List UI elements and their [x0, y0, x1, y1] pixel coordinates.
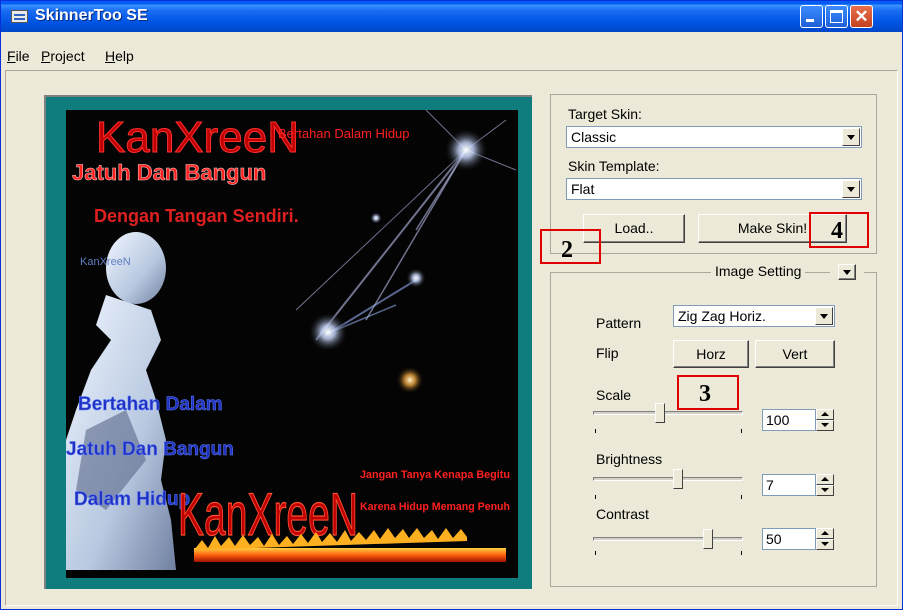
spin-up-icon[interactable] — [816, 409, 834, 420]
contrast-slider-thumb[interactable] — [703, 529, 713, 549]
scale-slider-track[interactable] — [593, 411, 743, 415]
scale-slider-thumb[interactable] — [655, 403, 665, 423]
preview-left-text-1: Bertahan Dalam — [78, 394, 223, 415]
image-setting-toggle-wrap — [830, 263, 864, 281]
brightness-spinner[interactable]: 7 — [762, 474, 834, 496]
target-skin-label: Target Skin: — [568, 106, 642, 122]
menu-file[interactable]: File — [7, 48, 30, 64]
annotation-label-2: 2 — [561, 237, 573, 263]
spin-down-icon[interactable] — [816, 485, 834, 496]
slider-tick — [741, 495, 742, 499]
slider-tick — [595, 495, 596, 499]
brightness-label: Brightness — [596, 451, 663, 467]
slider-tick — [741, 429, 742, 433]
preview-left-text-2: Jatuh Dan Bangun — [66, 439, 234, 460]
maximize-button[interactable] — [825, 5, 848, 28]
contrast-label: Contrast — [596, 506, 649, 522]
chevron-down-icon[interactable] — [815, 307, 833, 325]
preview-frame: KanXreeN Bertahan Dalam Hidup Jatuh Dan … — [44, 95, 532, 589]
skin-template-select[interactable]: Flat — [566, 178, 862, 200]
brightness-input[interactable]: 7 — [762, 474, 816, 496]
minimize-button[interactable] — [800, 5, 823, 28]
annotation-label-3: 3 — [699, 381, 711, 407]
menu-project[interactable]: Project — [41, 48, 85, 64]
preview-title: KanXreeN — [96, 113, 299, 162]
scale-label: Scale — [596, 387, 632, 403]
preview-line3: Dengan Tangan Sendiri. — [94, 206, 299, 226]
skin-preview-image: KanXreeN Bertahan Dalam Hidup Jatuh Dan … — [66, 110, 518, 578]
brightness-slider-track[interactable] — [593, 477, 743, 481]
menu-help[interactable]: Help — [105, 48, 134, 64]
slider-tick — [595, 429, 596, 433]
preview-side-text-2: Karena Hidup Memang Penuh — [360, 501, 510, 513]
contrast-input[interactable]: 50 — [762, 528, 816, 550]
contrast-slider-track[interactable] — [593, 537, 743, 541]
flip-label: Flip — [596, 345, 619, 361]
scale-input[interactable]: 100 — [762, 409, 816, 431]
close-icon: ✕ — [854, 7, 869, 26]
pattern-label: Pattern — [596, 315, 642, 331]
preview-left-text-3: Dalam Hidup — [74, 489, 190, 510]
spin-up-icon[interactable] — [816, 528, 834, 539]
slider-tick — [741, 551, 742, 555]
brightness-slider-thumb[interactable] — [673, 469, 683, 489]
preview-small-name: KanXreeN — [80, 256, 131, 268]
chevron-down-icon[interactable] — [842, 180, 860, 198]
chevron-down-icon — [843, 270, 851, 275]
app-icon[interactable] — [11, 10, 28, 23]
pattern-select[interactable]: Zig Zag Horiz. — [673, 305, 835, 327]
preview-side-text-1: Jangan Tanya Kenapa Begitu — [360, 469, 510, 481]
contrast-spinner[interactable]: 50 — [762, 528, 834, 550]
maximize-icon — [830, 10, 843, 23]
preview-subtitle: Bertahan Dalam Hidup — [278, 126, 410, 141]
preview-artwork: KanXreeN Bertahan Dalam Hidup Jatuh Dan … — [66, 110, 517, 570]
image-setting-toggle[interactable] — [838, 264, 856, 280]
slider-tick — [595, 551, 596, 555]
spin-down-icon[interactable] — [816, 539, 834, 550]
chevron-down-icon[interactable] — [842, 128, 860, 146]
image-setting-title: Image Setting — [715, 263, 802, 279]
window-title: SkinnerToo SE — [35, 7, 148, 24]
target-skin-select[interactable]: Classic — [566, 126, 862, 148]
app-window: SkinnerToo SE ✕ File Project Help KanXre… — [0, 0, 903, 610]
title-bar[interactable]: SkinnerToo SE ✕ — [1, 1, 902, 32]
preview-line2: Jatuh Dan Bangun — [72, 160, 266, 185]
flip-vert-button[interactable]: Vert — [755, 340, 835, 368]
image-setting-header: Image Setting — [711, 263, 806, 281]
minimize-icon — [806, 19, 814, 22]
scale-spinner[interactable]: 100 — [762, 409, 834, 431]
spin-down-icon[interactable] — [816, 420, 834, 431]
spin-up-icon[interactable] — [816, 474, 834, 485]
flip-horz-button[interactable]: Horz — [673, 340, 749, 368]
menu-bar: File Project Help — [1, 45, 902, 67]
close-button[interactable]: ✕ — [850, 5, 873, 28]
skin-template-label: Skin Template: — [568, 158, 660, 174]
annotation-label-4: 4 — [831, 218, 843, 244]
